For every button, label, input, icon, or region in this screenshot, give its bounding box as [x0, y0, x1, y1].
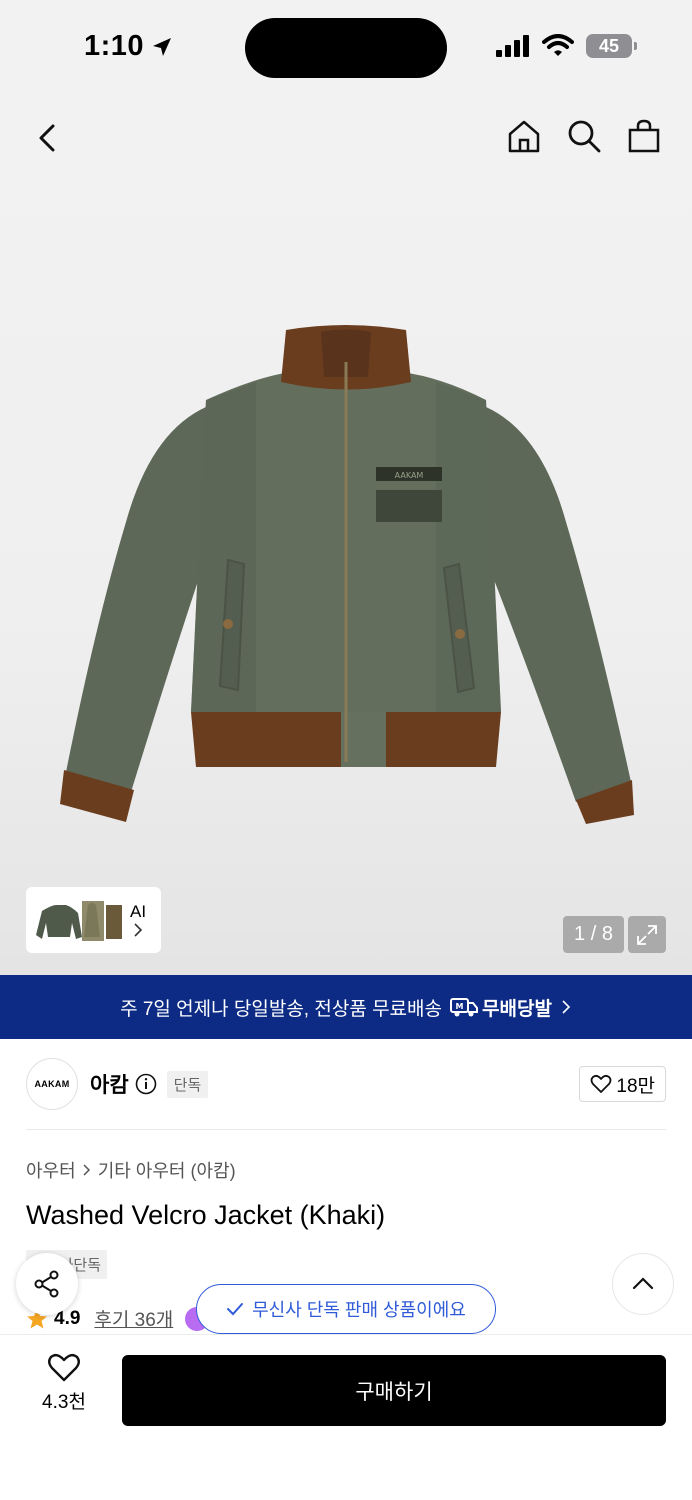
wishlist-button[interactable]: 4.3천	[30, 1353, 98, 1414]
toast-text: 무신사 단독 판매 상품이에요	[252, 1300, 466, 1320]
expand-button[interactable]	[628, 916, 666, 953]
home-button[interactable]	[506, 118, 542, 154]
info-icon[interactable]	[135, 1073, 157, 1095]
chevron-right-icon	[134, 923, 143, 937]
dynamic-island	[245, 18, 447, 78]
thumbnail-images	[36, 901, 122, 941]
search-button[interactable]	[566, 118, 602, 154]
home-icon	[508, 120, 540, 153]
exclusive-toast: 무신사 단독 판매 상품이에요	[196, 1284, 496, 1334]
time-text: 1:10	[84, 30, 145, 62]
ai-label-text: AI	[130, 902, 147, 921]
brand-logo[interactable]: AAKAM	[26, 1058, 78, 1110]
product-image: AAKAM	[60, 325, 634, 824]
brand-logo-text: AAKAM	[34, 1079, 70, 1089]
buy-button[interactable]: 구매하기	[122, 1355, 666, 1426]
svg-text:AAKAM: AAKAM	[395, 471, 424, 480]
share-button[interactable]	[16, 1253, 78, 1315]
check-icon	[227, 1303, 244, 1316]
status-bar: 1:10 45	[0, 0, 692, 96]
chevron-right-icon	[562, 1000, 571, 1014]
status-time: 1:10	[84, 30, 174, 63]
brand-row: AAKAM 아캄 단독 18만	[26, 1056, 666, 1112]
review-link[interactable]: 후기 36개	[94, 1305, 173, 1332]
delivery-truck-icon: M	[450, 998, 478, 1017]
battery-level: 45	[598, 35, 620, 56]
cellular-signal-icon	[496, 35, 529, 57]
svg-text:M: M	[456, 1002, 464, 1011]
wifi-icon	[542, 34, 574, 56]
bottom-action-bar: 4.3천 구매하기	[0, 1334, 692, 1500]
wishlist-count: 4.3천	[42, 1392, 86, 1413]
banner-brand-text: 무배당발	[482, 998, 552, 1020]
product-title: Washed Velcro Jacket (Khaki)	[26, 1200, 386, 1230]
scroll-top-button[interactable]	[612, 1253, 674, 1315]
cart-button[interactable]	[626, 118, 662, 154]
heart-icon	[48, 1353, 80, 1382]
back-button[interactable]	[30, 120, 66, 156]
breadcrumb-subcategory[interactable]: 기타 아우터 (아캄)	[98, 1157, 236, 1183]
breadcrumb: 아우터 기타 아우터 (아캄)	[26, 1157, 236, 1183]
divider	[26, 1129, 666, 1130]
expand-icon	[637, 924, 657, 945]
breadcrumb-category[interactable]: 아우터	[26, 1157, 76, 1183]
header-actions	[506, 118, 662, 154]
battery-indicator: 45	[586, 34, 637, 58]
search-icon	[568, 120, 601, 153]
location-arrow-icon	[153, 37, 172, 56]
brand-like-count: 18만	[616, 1075, 655, 1097]
brand-exclusive-tag: 단독	[166, 1070, 209, 1098]
brand-like-button[interactable]: 18만	[579, 1066, 666, 1102]
chevron-right-icon	[83, 1164, 90, 1176]
image-counter: 1 / 8	[563, 916, 624, 953]
delivery-banner[interactable]: 주 7일 언제나 당일발송, 전상품 무료배송 M 무배당발	[0, 975, 692, 1039]
status-indicators: 45	[496, 34, 637, 58]
brand-name[interactable]: 아캄	[90, 1069, 129, 1099]
chevron-up-icon	[632, 1277, 654, 1290]
banner-brand: M 무배당발	[450, 994, 552, 1021]
product-gallery[interactable]: AAKAM AI 1 / 8	[0, 96, 692, 975]
banner-text: 주 7일 언제나 당일발송, 전상품 무료배송	[120, 998, 442, 1020]
shopping-bag-icon	[628, 119, 660, 153]
ai-thumbnail-card[interactable]: AI	[26, 887, 161, 953]
chevron-left-icon	[39, 124, 55, 152]
share-icon	[34, 1270, 59, 1298]
ai-label: AI	[130, 902, 146, 938]
heart-icon	[590, 1074, 612, 1093]
